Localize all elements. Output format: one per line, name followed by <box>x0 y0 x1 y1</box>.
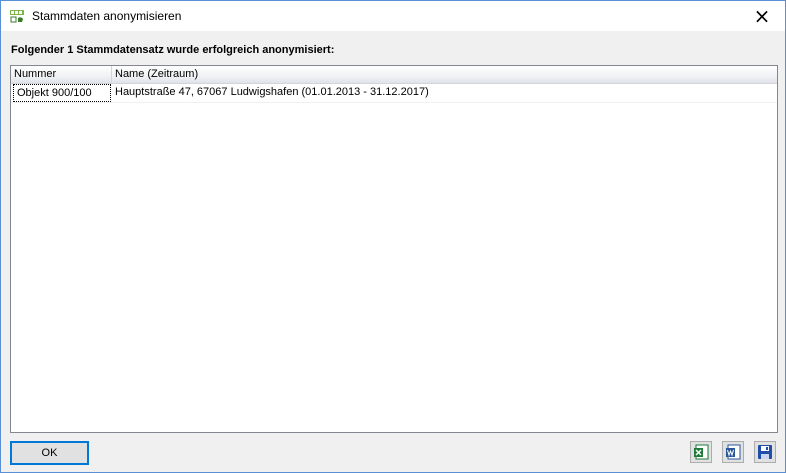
excel-export-button[interactable] <box>690 441 712 463</box>
title-bar[interactable]: Stammdaten anonymisieren × <box>1 1 785 31</box>
close-icon: × <box>753 4 771 28</box>
excel-export-icon <box>694 444 709 460</box>
result-message: Folgender 1 Stammdatensatz wurde erfolgr… <box>11 44 335 56</box>
column-header-name[interactable]: Name (Zeitraum) <box>112 66 777 83</box>
table-row[interactable]: Objekt 900/100 Hauptstraße 47, 67067 Lud… <box>11 84 777 103</box>
ok-button[interactable]: OK <box>10 441 89 465</box>
list-header: Nummer Name (Zeitraum) <box>11 66 777 84</box>
column-header-nummer[interactable]: Nummer <box>11 66 112 83</box>
result-list[interactable]: Nummer Name (Zeitraum) Objekt 900/100 Ha… <box>10 65 778 433</box>
word-export-icon <box>726 444 741 460</box>
dialog-window: Stammdaten anonymisieren × Folgender 1 S… <box>0 0 786 473</box>
save-button[interactable] <box>754 441 776 463</box>
cell-nummer[interactable]: Objekt 900/100 <box>13 84 111 102</box>
close-button[interactable]: × <box>739 1 785 31</box>
bottom-bar: OK <box>1 434 785 472</box>
app-icon <box>9 8 25 24</box>
word-export-button[interactable] <box>722 441 744 463</box>
cell-name[interactable]: Hauptstraße 47, 67067 Ludwigshafen (01.0… <box>112 84 772 102</box>
window-title: Stammdaten anonymisieren <box>32 9 182 23</box>
save-icon <box>758 445 772 459</box>
